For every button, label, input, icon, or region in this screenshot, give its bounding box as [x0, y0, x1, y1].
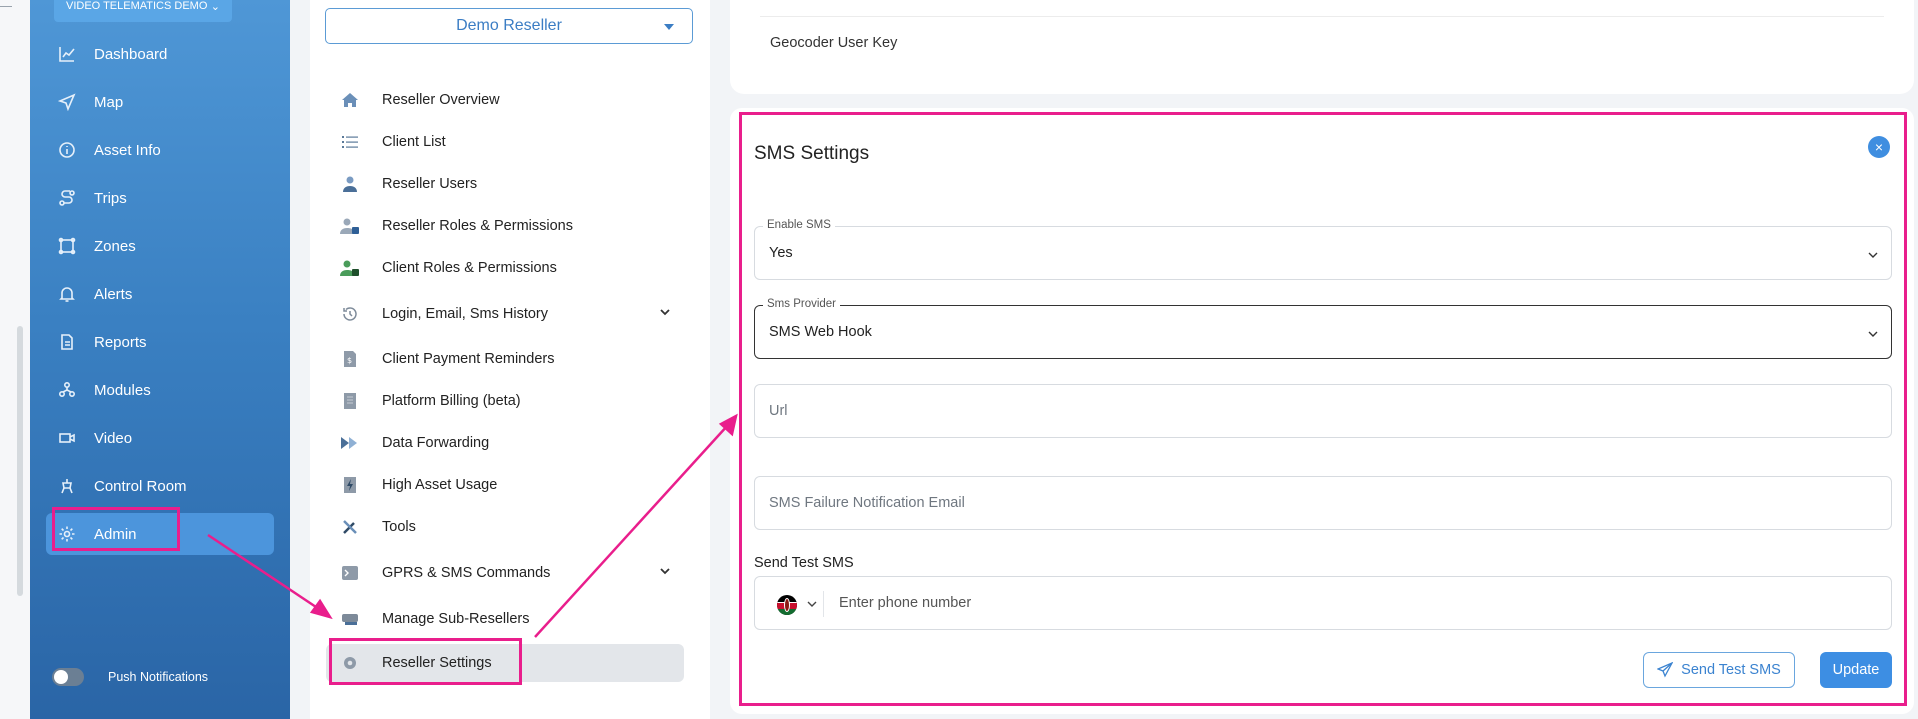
- zone-icon: [58, 237, 76, 255]
- chart-line-icon: [59, 47, 75, 62]
- menu-item-label: Client Roles & Permissions: [382, 260, 557, 276]
- forward-icon: [340, 434, 360, 452]
- route-icon: [59, 190, 75, 206]
- menu-item-manage-sub-resellers[interactable]: Manage Sub-Resellers: [326, 602, 694, 636]
- reseller-select-value: Demo Reseller: [456, 17, 562, 34]
- menu-item-high-asset-usage[interactable]: High Asset Usage: [326, 468, 694, 502]
- sidebar-item-reports[interactable]: Reports: [46, 322, 274, 362]
- menu-item-label: Data Forwarding: [382, 435, 490, 451]
- menu-item-platform-billing[interactable]: Platform Billing (beta): [326, 384, 694, 418]
- menu-item-reseller-users[interactable]: Reseller Users: [326, 167, 694, 201]
- svg-text:$: $: [347, 356, 352, 365]
- organization-select[interactable]: VIDEO TELEMATICS DEMO ⌄: [54, 0, 232, 22]
- menu-item-label: Client Payment Reminders: [382, 351, 555, 367]
- admin-highlight: [52, 507, 180, 551]
- sidebar-item-label: Modules: [94, 381, 151, 399]
- navigation-icon: [58, 93, 76, 111]
- menu-item-history[interactable]: Login, Email, Sms History: [326, 297, 694, 331]
- sidebar-item-dashboard[interactable]: Dashboard: [46, 34, 274, 74]
- sms-settings-highlight: [739, 112, 1907, 706]
- bell-icon: [59, 287, 75, 302]
- sidebar-item-zones[interactable]: Zones: [46, 226, 274, 266]
- menu-item-client-list[interactable]: Client List: [326, 125, 694, 159]
- user-lock-green-icon: [340, 259, 360, 277]
- chevron-down-icon[interactable]: [660, 307, 670, 317]
- sidebar-item-label: Map: [94, 93, 124, 111]
- reseller-menu: Demo Reseller Reseller Overview Client L…: [310, 0, 710, 719]
- info-icon: [59, 142, 75, 158]
- menu-item-client-roles[interactable]: Client Roles & Permissions: [326, 251, 694, 285]
- push-notifications-toggle[interactable]: [52, 668, 84, 686]
- tools-icon: [340, 518, 360, 536]
- menu-item-gprs-sms-commands[interactable]: GPRS & SMS Commands: [326, 556, 694, 590]
- toggle-knob: [54, 670, 68, 684]
- geocoder-panel: Geocoder User Key: [730, 0, 1914, 94]
- caret-down-icon: [664, 24, 674, 30]
- sidebar-item-modules[interactable]: Modules: [46, 370, 274, 410]
- sidebar-item-label: Video: [94, 429, 133, 447]
- menu-item-label: Login, Email, Sms History: [382, 306, 548, 322]
- bolt-icon: [340, 476, 360, 494]
- sidebar-item-label: Alerts: [94, 285, 133, 303]
- menu-item-reseller-overview[interactable]: Reseller Overview: [326, 83, 694, 117]
- user-icon: [340, 175, 360, 193]
- chevron-down-icon: ⌄: [210, 0, 220, 13]
- sidebar-item-label: Trips: [94, 189, 127, 207]
- organization-select-label: VIDEO TELEMATICS DEMO: [66, 0, 208, 12]
- sidebar-item-control-room[interactable]: Control Room: [46, 466, 274, 506]
- sidebar-item-map[interactable]: Map: [46, 82, 274, 122]
- sidebar-item-video[interactable]: Video: [46, 418, 274, 458]
- home-icon: [340, 91, 360, 109]
- sidebar-item-label: Zones: [94, 237, 136, 255]
- menu-item-label: Tools: [382, 519, 416, 535]
- menu-item-payment-reminders[interactable]: $ Client Payment Reminders: [326, 342, 694, 376]
- menu-item-tools[interactable]: Tools: [326, 510, 694, 544]
- menu-item-reseller-roles[interactable]: Reseller Roles & Permissions: [326, 209, 694, 243]
- menu-item-label: GPRS & SMS Commands: [382, 565, 551, 581]
- user-lock-icon: [340, 217, 360, 235]
- reseller-settings-highlight: [329, 638, 522, 685]
- reseller-select[interactable]: Demo Reseller: [325, 8, 693, 44]
- left-strip: [0, 0, 30, 719]
- billing-icon: [340, 392, 360, 410]
- invoice-icon: $: [340, 350, 360, 368]
- sidebar-item-alerts[interactable]: Alerts: [46, 274, 274, 314]
- sidebar: VIDEO TELEMATICS DEMO ⌄ Dashboard Map As…: [30, 0, 290, 719]
- menu-item-label: Manage Sub-Resellers: [382, 611, 530, 627]
- chevron-down-icon[interactable]: [660, 566, 670, 576]
- divider: [0, 6, 12, 7]
- sidebar-item-label: Control Room: [94, 477, 187, 495]
- sidebar-item-trips[interactable]: Trips: [46, 178, 274, 218]
- history-icon: [340, 305, 360, 323]
- menu-item-data-forwarding[interactable]: Data Forwarding: [326, 426, 694, 460]
- sidebar-item-label: Dashboard: [94, 45, 168, 63]
- list-icon: [340, 133, 360, 151]
- terminal-icon: [340, 564, 360, 582]
- geocoder-user-key-label: Geocoder User Key: [770, 35, 898, 51]
- modules-icon: [58, 381, 76, 398]
- video-icon: [59, 433, 75, 443]
- control-room-icon: [61, 479, 73, 494]
- sidebar-item-label: Reports: [94, 333, 147, 351]
- sub-reseller-icon: [340, 610, 360, 628]
- menu-item-label: Reseller Roles & Permissions: [382, 218, 573, 234]
- menu-item-label: High Asset Usage: [382, 477, 498, 493]
- document-icon: [61, 334, 73, 350]
- sidebar-item-label: Asset Info: [94, 141, 161, 159]
- menu-item-label: Reseller Overview: [382, 92, 500, 108]
- menu-item-label: Platform Billing (beta): [382, 393, 521, 409]
- menu-item-label: Reseller Users: [382, 176, 478, 192]
- divider: [760, 16, 1884, 17]
- sidebar-item-asset-info[interactable]: Asset Info: [46, 130, 274, 170]
- menu-item-label: Client List: [382, 134, 446, 150]
- push-notifications-label: Push Notifications: [108, 670, 209, 684]
- scrollbar[interactable]: [17, 326, 23, 596]
